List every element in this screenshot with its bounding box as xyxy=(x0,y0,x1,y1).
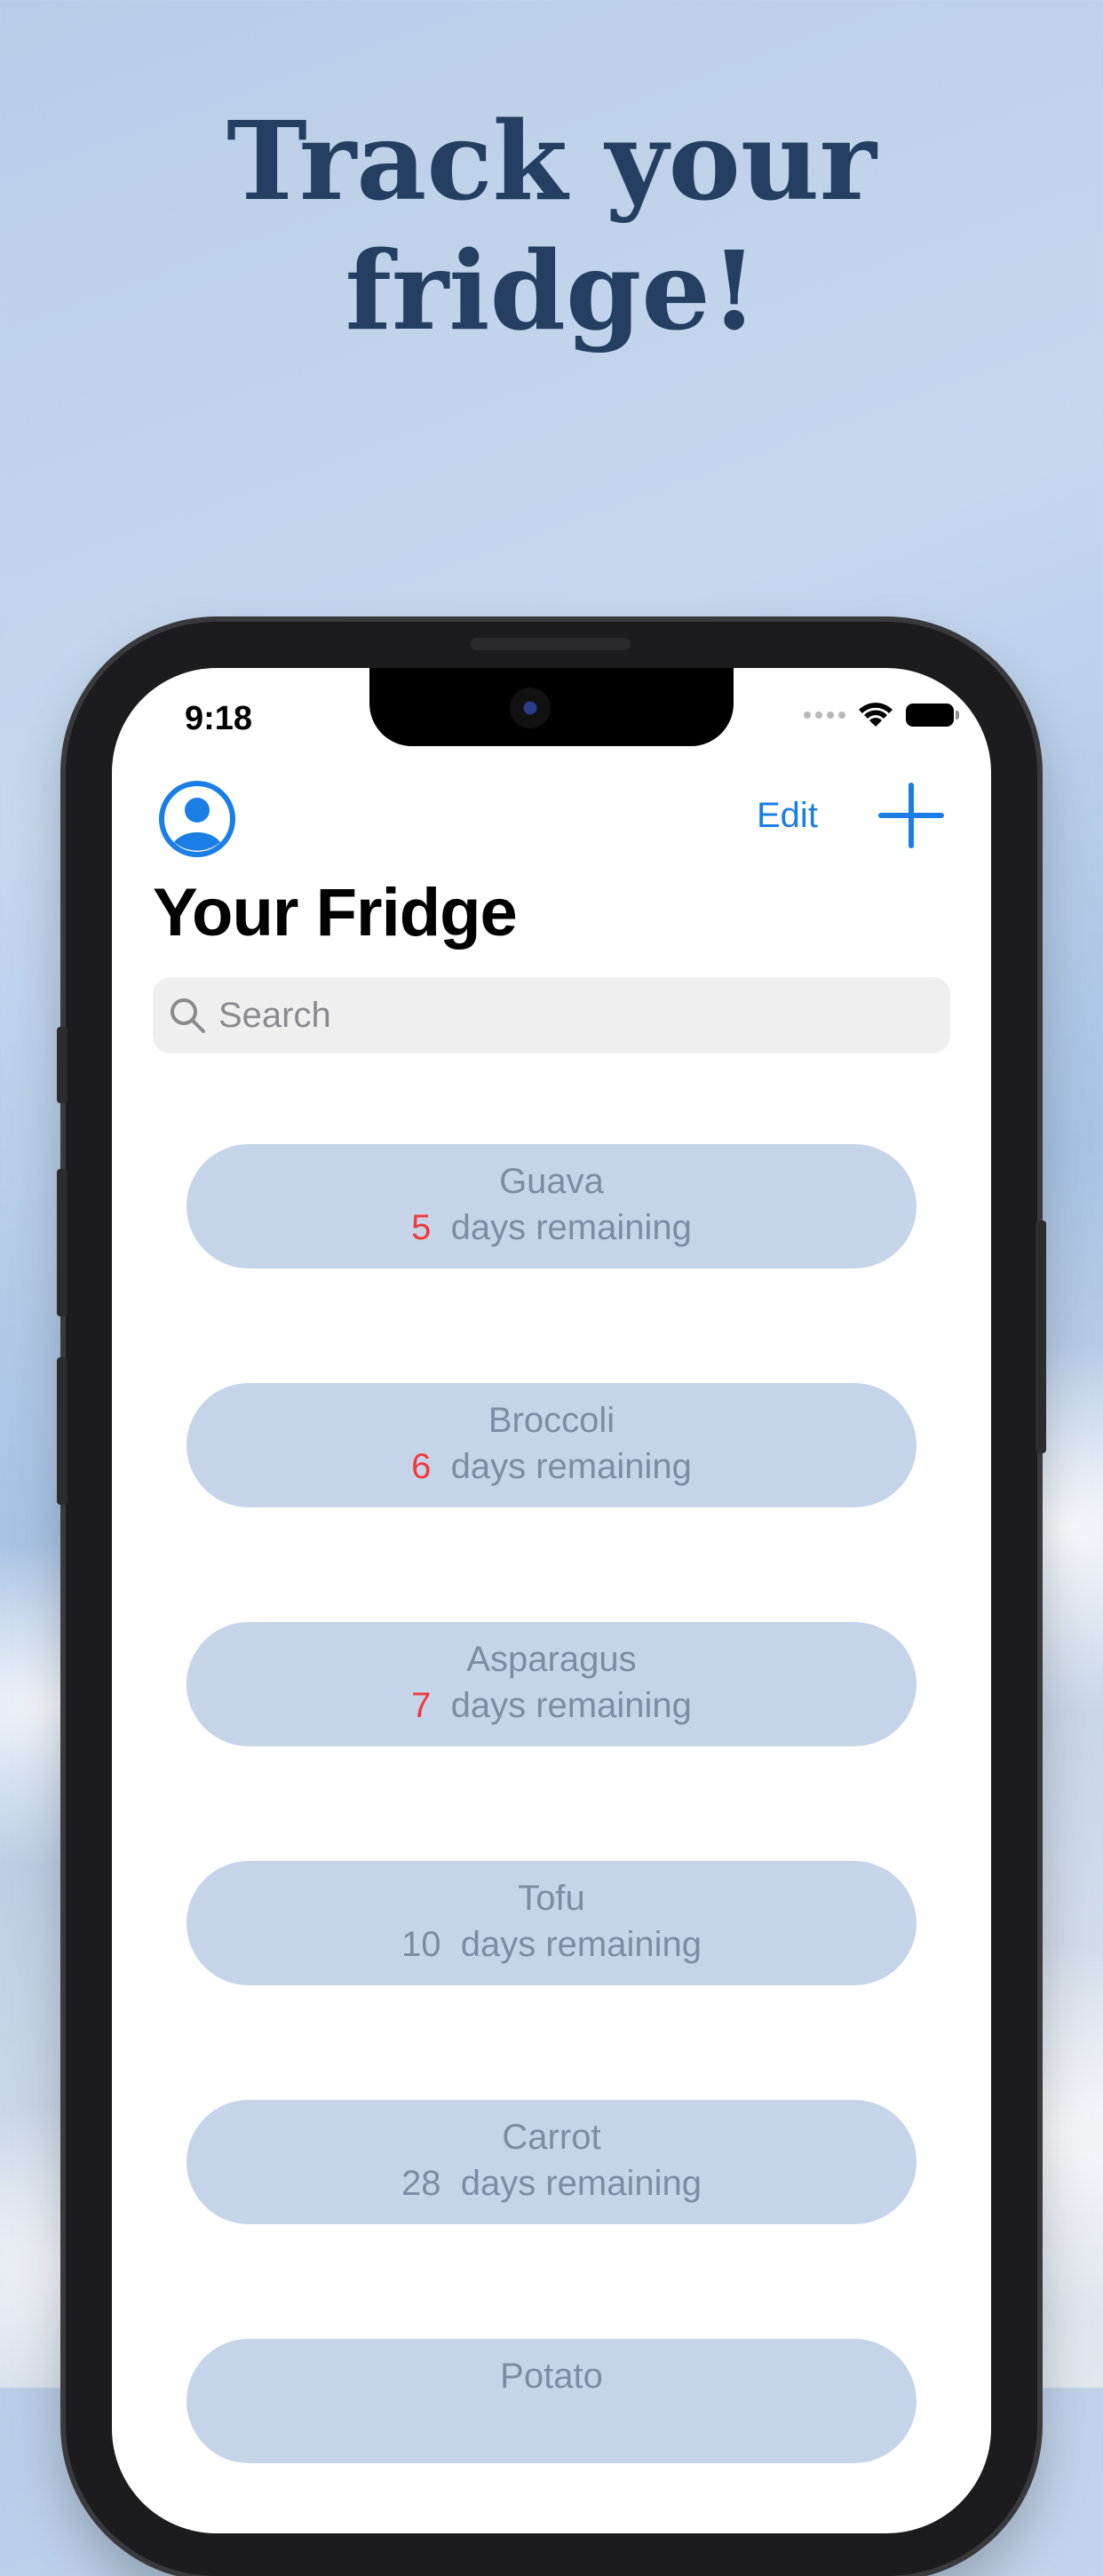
list-item[interactable]: Broccoli 6 days remaining xyxy=(186,1383,917,1507)
list-item[interactable]: Tofu 10 days remaining xyxy=(186,1861,917,1985)
phone-volume-down-button xyxy=(57,1357,67,1505)
phone-silent-switch xyxy=(57,1027,67,1103)
days-count: 6 xyxy=(411,1447,432,1486)
item-name: Asparagus xyxy=(466,1640,637,1679)
days-count: 10 xyxy=(401,1925,441,1964)
wifi-icon xyxy=(859,703,893,727)
item-days-remaining: 5 days remaining xyxy=(186,1208,917,1248)
list-item[interactable]: Carrot 28 days remaining xyxy=(186,2100,917,2224)
list-item[interactable]: Guava 5 days remaining xyxy=(186,1144,917,1268)
headline-line-1: Track your xyxy=(226,97,877,225)
plus-icon[interactable] xyxy=(877,782,945,849)
phone-volume-up-button xyxy=(57,1169,67,1316)
days-suffix: days remaining xyxy=(440,1925,702,1964)
cellular-signal-icon xyxy=(804,712,845,719)
days-suffix: days remaining xyxy=(431,1686,692,1725)
days-count: 28 xyxy=(401,2164,441,2203)
item-name: Potato xyxy=(500,2357,603,2396)
headline-line-2: fridge! xyxy=(345,227,758,354)
page-title: Your Fridge xyxy=(153,875,518,950)
item-days-remaining: 6 days remaining xyxy=(186,1447,917,1487)
days-count: 5 xyxy=(411,1208,432,1247)
days-suffix: days remaining xyxy=(440,2164,702,2203)
item-name: Tofu xyxy=(518,1879,585,1918)
status-icons xyxy=(804,702,959,728)
phone-screen: 9:18 Edit Your Fridge Search Guava 5 day… xyxy=(112,668,991,2533)
battery-icon xyxy=(906,704,959,727)
days-suffix: days remaining xyxy=(431,1208,692,1247)
item-days-remaining: 10 days remaining xyxy=(186,1925,917,1965)
person-circle-icon[interactable] xyxy=(158,780,236,858)
search-input[interactable]: Search xyxy=(153,977,950,1053)
search-placeholder: Search xyxy=(218,996,331,1035)
edit-button[interactable]: Edit xyxy=(757,796,818,836)
item-name: Broccoli xyxy=(488,1401,615,1440)
item-days-remaining: 7 days remaining xyxy=(186,1686,917,1726)
promo-headline: Track your fridge! xyxy=(0,96,1103,355)
notch xyxy=(369,668,734,746)
phone-earpiece xyxy=(471,638,631,650)
days-suffix: days remaining xyxy=(431,1447,692,1486)
magnifying-glass-icon xyxy=(171,998,205,1033)
item-name: Carrot xyxy=(502,2118,601,2157)
list-item[interactable]: Asparagus 7 days remaining xyxy=(186,1622,917,1746)
front-camera xyxy=(510,688,551,728)
list-item[interactable]: Potato xyxy=(186,2339,917,2463)
status-time: 9:18 xyxy=(185,700,253,737)
item-name: Guava xyxy=(499,1162,604,1201)
item-days-remaining: 28 days remaining xyxy=(186,2164,917,2204)
phone-power-button xyxy=(1036,1220,1046,1453)
days-count: 7 xyxy=(411,1686,432,1725)
